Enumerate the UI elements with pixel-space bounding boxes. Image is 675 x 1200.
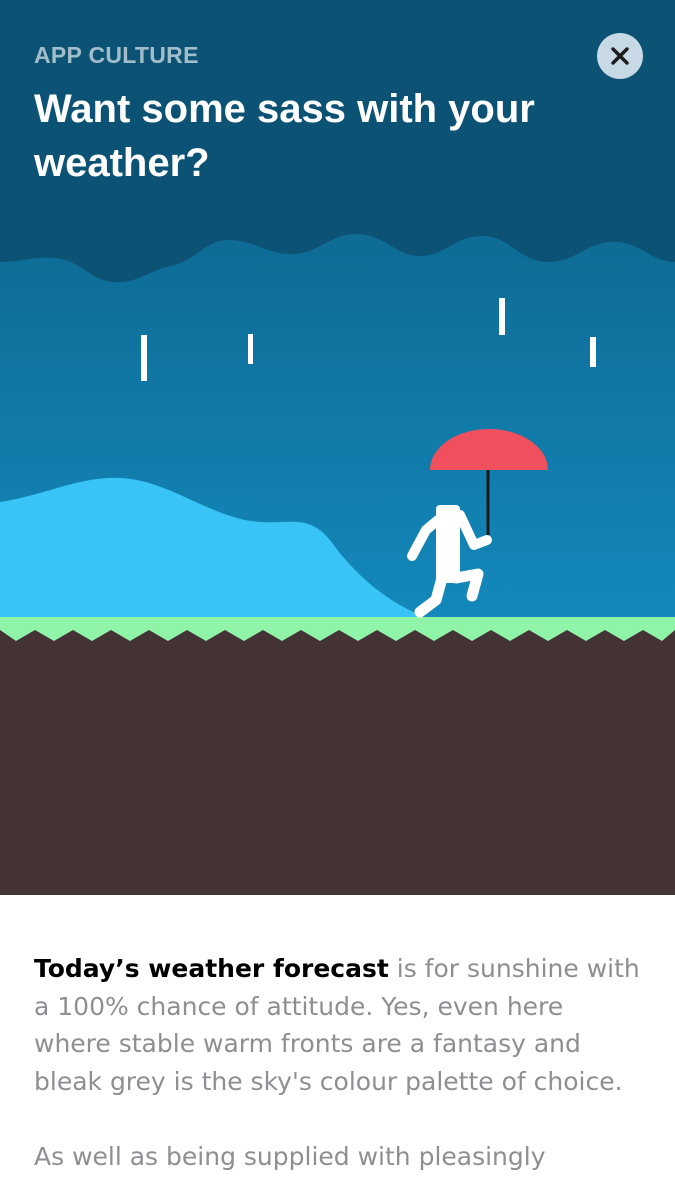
hero-illustration: APP CULTURE Want some sass with your wea… xyxy=(0,0,675,895)
soil xyxy=(0,630,675,895)
article-title: Want some sass with your weather? xyxy=(34,87,535,185)
category-label: APP CULTURE xyxy=(34,42,199,68)
article-lead: Today’s weather forecast xyxy=(34,954,389,983)
rain-drop xyxy=(141,335,147,381)
rain-drop xyxy=(499,298,505,335)
article-paragraph: Today’s weather forecast is for sunshine… xyxy=(34,950,644,1100)
close-button[interactable] xyxy=(597,33,643,79)
rain-drop xyxy=(248,334,253,364)
article-paragraph: As well as being supplied with pleasingl… xyxy=(34,1142,546,1171)
rain-drop xyxy=(590,337,596,367)
article-body: Today’s weather forecast is for sunshine… xyxy=(34,950,644,1200)
article-page: APP CULTURE Want some sass with your wea… xyxy=(0,0,675,1200)
close-icon xyxy=(610,46,630,66)
